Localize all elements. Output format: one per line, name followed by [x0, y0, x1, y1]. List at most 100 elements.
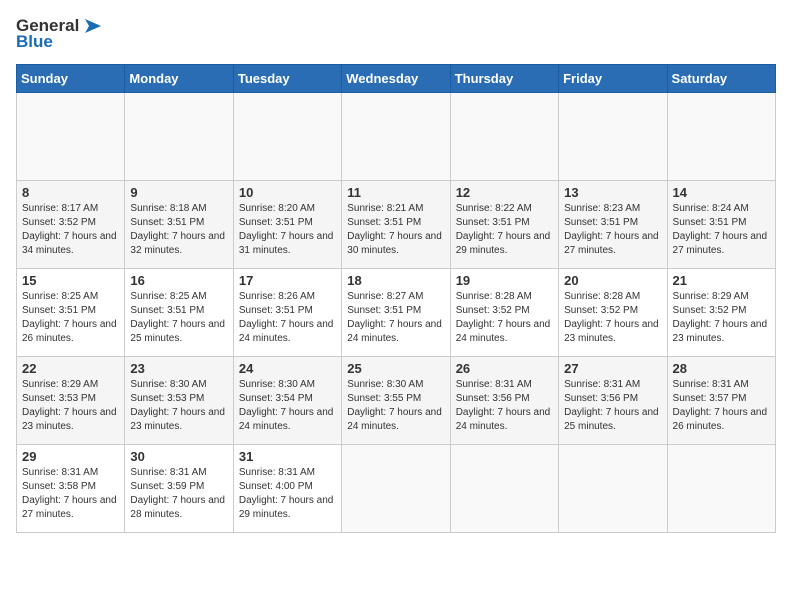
day-detail: Sunrise: 8:24 AMSunset: 3:51 PMDaylight:…	[673, 203, 768, 256]
calendar-day-21: 21 Sunrise: 8:29 AMSunset: 3:52 PMDaylig…	[667, 269, 775, 357]
calendar-day-27: 27 Sunrise: 8:31 AMSunset: 3:56 PMDaylig…	[559, 357, 667, 445]
day-number: 19	[456, 273, 553, 288]
day-detail: Sunrise: 8:31 AMSunset: 3:56 PMDaylight:…	[564, 379, 659, 432]
day-number: 27	[564, 361, 661, 376]
day-number: 23	[130, 361, 227, 376]
calendar-empty	[667, 93, 775, 181]
day-number: 16	[130, 273, 227, 288]
header-day-sunday: Sunday	[17, 65, 125, 93]
calendar-day-30: 30 Sunrise: 8:31 AMSunset: 3:59 PMDaylig…	[125, 445, 233, 533]
calendar-day-23: 23 Sunrise: 8:30 AMSunset: 3:53 PMDaylig…	[125, 357, 233, 445]
day-detail: Sunrise: 8:31 AMSunset: 3:57 PMDaylight:…	[673, 379, 768, 432]
day-detail: Sunrise: 8:25 AMSunset: 3:51 PMDaylight:…	[130, 291, 225, 344]
day-number: 30	[130, 449, 227, 464]
day-number: 21	[673, 273, 770, 288]
calendar-week-3: 15 Sunrise: 8:25 AMSunset: 3:51 PMDaylig…	[17, 269, 776, 357]
calendar-day-15: 15 Sunrise: 8:25 AMSunset: 3:51 PMDaylig…	[17, 269, 125, 357]
day-number: 18	[347, 273, 444, 288]
day-number: 24	[239, 361, 336, 376]
calendar-day-29: 29 Sunrise: 8:31 AMSunset: 3:58 PMDaylig…	[17, 445, 125, 533]
calendar-day-22: 22 Sunrise: 8:29 AMSunset: 3:53 PMDaylig…	[17, 357, 125, 445]
calendar-empty	[342, 93, 450, 181]
day-number: 26	[456, 361, 553, 376]
header-day-saturday: Saturday	[667, 65, 775, 93]
header-day-thursday: Thursday	[450, 65, 558, 93]
day-detail: Sunrise: 8:26 AMSunset: 3:51 PMDaylight:…	[239, 291, 334, 344]
calendar-day-14: 14 Sunrise: 8:24 AMSunset: 3:51 PMDaylig…	[667, 181, 775, 269]
day-detail: Sunrise: 8:18 AMSunset: 3:51 PMDaylight:…	[130, 203, 225, 256]
day-detail: Sunrise: 8:23 AMSunset: 3:51 PMDaylight:…	[564, 203, 659, 256]
day-number: 15	[22, 273, 119, 288]
calendar-day-28: 28 Sunrise: 8:31 AMSunset: 3:57 PMDaylig…	[667, 357, 775, 445]
day-detail: Sunrise: 8:21 AMSunset: 3:51 PMDaylight:…	[347, 203, 442, 256]
day-detail: Sunrise: 8:17 AMSunset: 3:52 PMDaylight:…	[22, 203, 117, 256]
calendar-day-10: 10 Sunrise: 8:20 AMSunset: 3:51 PMDaylig…	[233, 181, 341, 269]
day-number: 13	[564, 185, 661, 200]
calendar-week-4: 22 Sunrise: 8:29 AMSunset: 3:53 PMDaylig…	[17, 357, 776, 445]
logo-arrow-icon	[81, 17, 103, 35]
calendar-empty	[559, 445, 667, 533]
day-number: 29	[22, 449, 119, 464]
day-detail: Sunrise: 8:31 AMSunset: 3:58 PMDaylight:…	[22, 467, 117, 520]
calendar-week-5: 29 Sunrise: 8:31 AMSunset: 3:58 PMDaylig…	[17, 445, 776, 533]
calendar-table: SundayMondayTuesdayWednesdayThursdayFrid…	[16, 64, 776, 533]
day-number: 25	[347, 361, 444, 376]
day-detail: Sunrise: 8:20 AMSunset: 3:51 PMDaylight:…	[239, 203, 334, 256]
header-day-monday: Monday	[125, 65, 233, 93]
calendar-day-16: 16 Sunrise: 8:25 AMSunset: 3:51 PMDaylig…	[125, 269, 233, 357]
day-number: 10	[239, 185, 336, 200]
calendar-empty	[233, 93, 341, 181]
calendar-day-11: 11 Sunrise: 8:21 AMSunset: 3:51 PMDaylig…	[342, 181, 450, 269]
header-day-wednesday: Wednesday	[342, 65, 450, 93]
day-detail: Sunrise: 8:29 AMSunset: 3:52 PMDaylight:…	[673, 291, 768, 344]
day-number: 14	[673, 185, 770, 200]
day-detail: Sunrise: 8:30 AMSunset: 3:55 PMDaylight:…	[347, 379, 442, 432]
calendar-week-1	[17, 93, 776, 181]
header: General Blue	[16, 16, 776, 52]
day-number: 8	[22, 185, 119, 200]
logo: General Blue	[16, 16, 103, 52]
day-detail: Sunrise: 8:30 AMSunset: 3:53 PMDaylight:…	[130, 379, 225, 432]
calendar-empty	[667, 445, 775, 533]
day-detail: Sunrise: 8:29 AMSunset: 3:53 PMDaylight:…	[22, 379, 117, 432]
calendar-day-12: 12 Sunrise: 8:22 AMSunset: 3:51 PMDaylig…	[450, 181, 558, 269]
calendar-empty	[450, 445, 558, 533]
calendar-day-26: 26 Sunrise: 8:31 AMSunset: 3:56 PMDaylig…	[450, 357, 558, 445]
day-number: 17	[239, 273, 336, 288]
calendar-empty	[450, 93, 558, 181]
calendar-empty	[17, 93, 125, 181]
day-detail: Sunrise: 8:27 AMSunset: 3:51 PMDaylight:…	[347, 291, 442, 344]
header-day-friday: Friday	[559, 65, 667, 93]
calendar-day-17: 17 Sunrise: 8:26 AMSunset: 3:51 PMDaylig…	[233, 269, 341, 357]
day-detail: Sunrise: 8:30 AMSunset: 3:54 PMDaylight:…	[239, 379, 334, 432]
logo-blue: Blue	[16, 32, 53, 52]
day-detail: Sunrise: 8:22 AMSunset: 3:51 PMDaylight:…	[456, 203, 551, 256]
calendar-day-19: 19 Sunrise: 8:28 AMSunset: 3:52 PMDaylig…	[450, 269, 558, 357]
day-detail: Sunrise: 8:31 AMSunset: 4:00 PMDaylight:…	[239, 467, 334, 520]
day-detail: Sunrise: 8:31 AMSunset: 3:56 PMDaylight:…	[456, 379, 551, 432]
day-number: 11	[347, 185, 444, 200]
calendar-day-9: 9 Sunrise: 8:18 AMSunset: 3:51 PMDayligh…	[125, 181, 233, 269]
logo-text: General Blue	[16, 16, 103, 52]
day-number: 28	[673, 361, 770, 376]
day-number: 9	[130, 185, 227, 200]
day-number: 20	[564, 273, 661, 288]
header-row: SundayMondayTuesdayWednesdayThursdayFrid…	[17, 65, 776, 93]
calendar-day-25: 25 Sunrise: 8:30 AMSunset: 3:55 PMDaylig…	[342, 357, 450, 445]
calendar-week-2: 8 Sunrise: 8:17 AMSunset: 3:52 PMDayligh…	[17, 181, 776, 269]
calendar-empty	[342, 445, 450, 533]
day-number: 22	[22, 361, 119, 376]
day-number: 31	[239, 449, 336, 464]
day-number: 12	[456, 185, 553, 200]
calendar-day-8: 8 Sunrise: 8:17 AMSunset: 3:52 PMDayligh…	[17, 181, 125, 269]
calendar-empty	[559, 93, 667, 181]
calendar-day-18: 18 Sunrise: 8:27 AMSunset: 3:51 PMDaylig…	[342, 269, 450, 357]
calendar-day-24: 24 Sunrise: 8:30 AMSunset: 3:54 PMDaylig…	[233, 357, 341, 445]
day-detail: Sunrise: 8:25 AMSunset: 3:51 PMDaylight:…	[22, 291, 117, 344]
calendar-day-20: 20 Sunrise: 8:28 AMSunset: 3:52 PMDaylig…	[559, 269, 667, 357]
calendar-day-13: 13 Sunrise: 8:23 AMSunset: 3:51 PMDaylig…	[559, 181, 667, 269]
header-day-tuesday: Tuesday	[233, 65, 341, 93]
calendar-day-31: 31 Sunrise: 8:31 AMSunset: 4:00 PMDaylig…	[233, 445, 341, 533]
calendar-empty	[125, 93, 233, 181]
day-detail: Sunrise: 8:28 AMSunset: 3:52 PMDaylight:…	[456, 291, 551, 344]
